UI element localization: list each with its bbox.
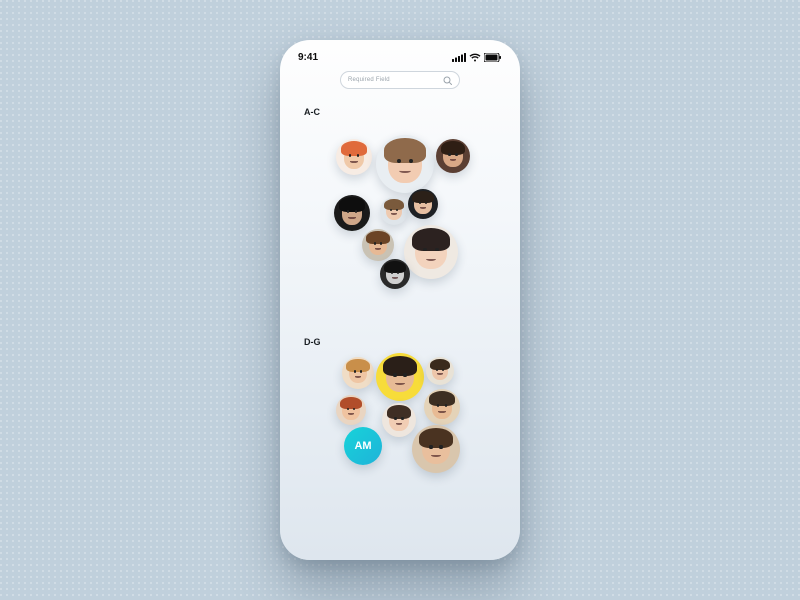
avatar-face: [376, 135, 434, 193]
avatar-face: [362, 229, 394, 261]
search-icon: [443, 76, 452, 85]
search-placeholder: Required Field: [348, 77, 390, 83]
contact-avatar[interactable]: [380, 197, 408, 225]
contact-avatar[interactable]: [426, 357, 454, 385]
section-label-ac: A-C: [280, 107, 520, 117]
phone-frame: 9:41 Required Field A-C D-G AM: [280, 40, 520, 560]
search-wrap: Required Field: [280, 67, 520, 95]
avatar-face: [412, 425, 460, 473]
contact-avatar[interactable]: [424, 389, 460, 425]
avatar-face: [424, 389, 460, 425]
avatar-face: [382, 403, 416, 437]
avatar-face: [426, 357, 454, 385]
avatar-face: [404, 225, 458, 279]
contact-avatar[interactable]: AM: [344, 427, 382, 465]
avatar-face: [436, 139, 470, 173]
avatar-face: [380, 259, 410, 289]
wifi-icon: [469, 53, 481, 62]
status-time: 9:41: [298, 52, 318, 63]
avatar-face: [334, 195, 370, 231]
contact-avatar[interactable]: [376, 135, 434, 193]
contact-cluster-dg: AM: [280, 347, 520, 507]
status-indicators: [452, 53, 502, 62]
section-label-dg: D-G: [280, 337, 520, 347]
contact-avatar[interactable]: [376, 353, 424, 401]
contact-cluster-ac: [280, 117, 520, 327]
avatar-face: [342, 357, 374, 389]
status-bar: 9:41: [280, 40, 520, 67]
contact-avatar[interactable]: [336, 139, 372, 175]
avatar-face: [380, 197, 408, 225]
contact-avatar[interactable]: [404, 225, 458, 279]
battery-icon: [484, 53, 502, 62]
contact-avatar[interactable]: [334, 195, 370, 231]
contact-avatar[interactable]: [380, 259, 410, 289]
search-input[interactable]: Required Field: [340, 71, 460, 89]
avatar-face: [408, 189, 438, 219]
avatar-face: [336, 139, 372, 175]
avatar-face: [336, 395, 366, 425]
contact-avatar[interactable]: [336, 395, 366, 425]
contact-avatar[interactable]: [436, 139, 470, 173]
contact-avatar[interactable]: [412, 425, 460, 473]
contact-avatar[interactable]: [408, 189, 438, 219]
contact-avatar[interactable]: [362, 229, 394, 261]
avatar-face: [376, 353, 424, 401]
contact-avatar[interactable]: [342, 357, 374, 389]
contact-avatar[interactable]: [382, 403, 416, 437]
signal-icon: [452, 53, 466, 62]
